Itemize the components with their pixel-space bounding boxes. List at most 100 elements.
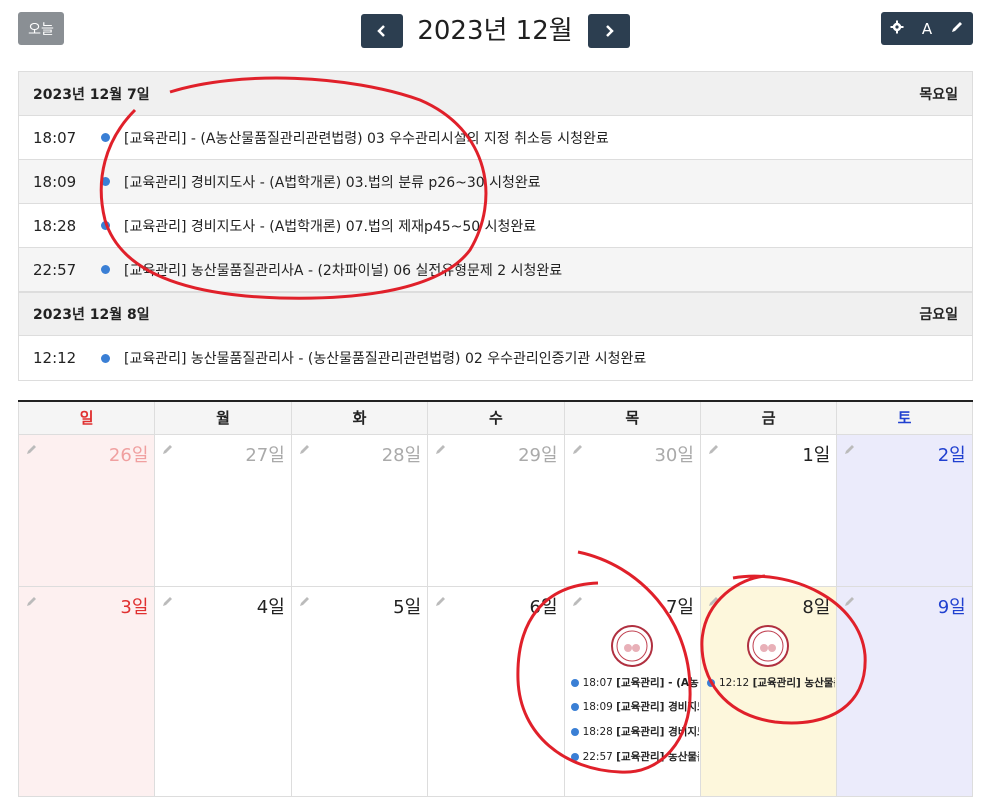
weekday-header: 일 월 화 수 목 금 토: [18, 402, 973, 435]
pencil-icon[interactable]: [299, 443, 311, 455]
calendar-day[interactable]: 30일: [563, 435, 700, 586]
gear-icon: [890, 20, 904, 33]
calendar-day[interactable]: 3일: [18, 587, 155, 796]
day-date: 2023년 12월 8일: [33, 307, 150, 323]
attendance-stamp-icon: [610, 625, 653, 667]
pencil-icon[interactable]: [435, 595, 447, 607]
pencil-icon[interactable]: [26, 595, 38, 607]
event-time: 18:28: [33, 216, 77, 235]
event-row[interactable]: 12:12 [교육관리] 농산물품질관리사 - (농산물품질관리관련법령) 02…: [19, 336, 972, 380]
event-time: 18:09: [33, 172, 77, 191]
weekday-sun: 일: [18, 402, 154, 434]
pencil-icon[interactable]: [299, 595, 311, 607]
event-row[interactable]: 18:07 [교육관리] - (A농산물품질관리관련법령) 03 우수관리시설의…: [19, 116, 972, 160]
day-number: 7일: [665, 597, 694, 618]
event-dot-icon: [101, 353, 110, 363]
cell-event-time: 22:57: [582, 750, 613, 763]
event-time: 18:07: [33, 128, 77, 147]
cell-event-time: 18:28: [582, 725, 613, 738]
event-title: [교육관리] 농산물품질관리사A - (2차파이널) 06 실전유형문제 2 시…: [124, 262, 563, 279]
event-dot-icon: [570, 702, 579, 711]
day-number: 4일: [256, 597, 285, 618]
weekday-mon: 월: [154, 402, 290, 434]
day-header: 2023년 12월 8일 금요일: [19, 292, 972, 336]
cell-event[interactable]: 18:09 [교육관리] 경비지도: [570, 699, 699, 714]
cell-event-title: [교육관리] - (A농: [616, 677, 699, 689]
day-weekday: 목요일: [919, 86, 958, 103]
pencil-icon[interactable]: [572, 443, 584, 455]
pencil-icon[interactable]: [572, 595, 584, 607]
font-size-button[interactable]: A: [922, 20, 932, 38]
event-row[interactable]: 18:28 [교육관리] 경비지도사 - (A법학개론) 07.법의 제재p45…: [19, 204, 972, 248]
cell-event[interactable]: 12:12 [교육관리] 농산물품: [706, 675, 835, 690]
event-row[interactable]: 18:09 [교육관리] 경비지도사 - (A법학개론) 03.법의 분류 p2…: [19, 160, 972, 204]
pencil-icon[interactable]: [435, 443, 447, 455]
cell-event-title: [교육관리] 농산물품: [616, 751, 699, 763]
event-dot-icon: [101, 177, 110, 186]
chevron-right-icon: [606, 25, 614, 37]
cell-event[interactable]: 18:07 [교육관리] - (A농: [570, 675, 699, 690]
event-title: [교육관리] - (A농산물품질관리관련법령) 03 우수관리시설의 지정 취소…: [124, 130, 609, 147]
next-month-button[interactable]: [588, 14, 630, 48]
pencil-icon[interactable]: [162, 595, 174, 607]
cell-event-time: 18:07: [582, 676, 613, 689]
calendar-day[interactable]: 6일: [427, 587, 563, 796]
event-dot-icon: [101, 221, 110, 230]
calendar-day[interactable]: 8일 12:12 [교육관리] 농산물품: [699, 587, 837, 796]
day-number: 5일: [393, 597, 422, 618]
event-time: 12:12: [33, 349, 77, 367]
cell-event-title: [교육관리] 경비지도: [616, 701, 699, 713]
day-header: 2023년 12월 7일 목요일: [19, 72, 972, 116]
day-number: 6일: [529, 597, 558, 618]
calendar-day[interactable]: 29일: [427, 435, 563, 586]
cell-event[interactable]: 22:57 [교육관리] 농산물품: [570, 749, 699, 764]
event-title: [교육관리] 농산물품질관리사 - (농산물품질관리관련법령) 02 우수관리인…: [124, 351, 647, 367]
pencil-icon[interactable]: [708, 595, 720, 607]
event-row[interactable]: 22:57 [교육관리] 농산물품질관리사A - (2차파이널) 06 실전유형…: [19, 248, 972, 292]
day-number: 9일: [937, 597, 966, 618]
attendance-stamp-icon: [746, 625, 789, 667]
day-number: 30일: [654, 445, 694, 466]
weekday-sat: 토: [836, 402, 973, 434]
day-number: 29일: [518, 445, 558, 466]
calendar-week: 26일 27일 28일 29일 30일 1일 2일: [18, 435, 973, 587]
weekday-thu: 목: [563, 402, 700, 434]
calendar-day[interactable]: 1일: [699, 435, 836, 586]
prev-month-button[interactable]: [361, 14, 403, 48]
calendar-day[interactable]: 28일: [290, 435, 427, 586]
today-button[interactable]: 오늘: [18, 12, 64, 45]
month-title: 2023년 12월: [417, 16, 573, 46]
view-tools: A: [881, 12, 973, 45]
day-number: 26일: [108, 445, 149, 466]
calendar-day[interactable]: 27일: [154, 435, 290, 586]
day-number: 8일: [802, 597, 831, 618]
event-dot-icon: [101, 133, 110, 142]
calendar-day[interactable]: 26일: [18, 435, 155, 586]
edit-button[interactable]: [950, 20, 964, 38]
calendar-day[interactable]: 7일 18:07 [교육관리] - (A농 18:09 [교육관리] 경비지도 …: [563, 587, 700, 796]
calendar-day[interactable]: 2일: [836, 435, 973, 586]
event-dot-icon: [101, 265, 110, 274]
day-number: 2일: [937, 445, 966, 466]
cell-event-title: [교육관리] 경비지도: [616, 726, 699, 738]
weekday-fri: 금: [699, 402, 836, 434]
day-number: 1일: [802, 445, 831, 466]
calendar-day[interactable]: 4일: [154, 587, 290, 796]
pencil-icon[interactable]: [708, 443, 720, 455]
cell-event-time: 18:09: [582, 700, 613, 713]
event-dot-icon: [706, 678, 715, 687]
calendar-day[interactable]: 5일: [290, 587, 427, 796]
calendar-week: 3일 4일 5일 6일 7일 18:07 [교육관리] - (A농 18:09 …: [18, 587, 973, 797]
cell-event[interactable]: 18:28 [교육관리] 경비지도: [570, 724, 699, 739]
calendar-day[interactable]: 9일: [836, 587, 973, 796]
month-calendar: 일 월 화 수 목 금 토 26일 27일 28일 29일 30일 1일 2일 …: [18, 400, 973, 797]
pencil-icon[interactable]: [26, 443, 38, 455]
pencil-icon[interactable]: [844, 595, 856, 607]
settings-button[interactable]: [890, 20, 904, 38]
event-dot-icon: [570, 678, 579, 687]
day-weekday: 금요일: [919, 307, 958, 323]
pencil-icon[interactable]: [162, 443, 174, 455]
calendar-toolbar: 오늘 2023년 12월 A: [0, 0, 999, 60]
pencil-icon[interactable]: [844, 443, 856, 455]
cell-event-time: 12:12: [718, 676, 750, 689]
